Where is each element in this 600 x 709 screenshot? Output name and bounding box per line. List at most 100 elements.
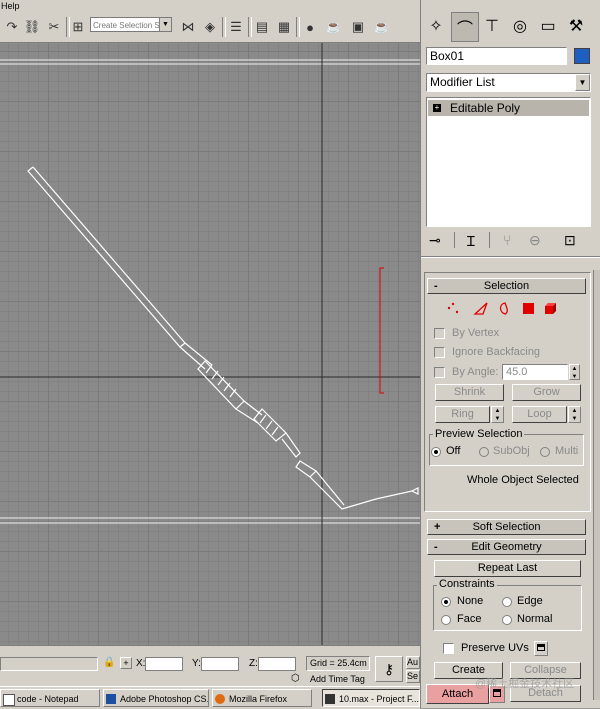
preview-off-label: Off bbox=[446, 445, 461, 457]
display-tab-icon[interactable]: ▭ bbox=[535, 12, 561, 40]
taskbar-item-label: code - Notepad bbox=[17, 694, 79, 704]
taskbar-item-label: Mozilla Firefox bbox=[229, 694, 288, 704]
taskbar-item-label: Adobe Photoshop CS... bbox=[120, 694, 209, 704]
modifier-list-dropdown[interactable]: Modifier List ▼ bbox=[426, 73, 591, 92]
constraint-edge-radio[interactable] bbox=[502, 597, 512, 607]
render-scene-icon[interactable]: ☕ bbox=[324, 16, 344, 38]
toolbar-separator bbox=[454, 232, 455, 248]
by-angle-value-input[interactable]: 45.0 bbox=[502, 364, 568, 380]
command-panel: ✧ ⌒ ⊤ ◎ ▭ ⚒ Box01 Modifier List ▼ + Edit… bbox=[420, 0, 600, 708]
perspective-viewport[interactable] bbox=[0, 43, 420, 645]
repeat-last-button[interactable]: Repeat Last bbox=[434, 560, 581, 577]
z-coordinate-input[interactable] bbox=[258, 657, 296, 671]
set-key-icon[interactable]: ⚷ bbox=[375, 656, 403, 682]
vertex-level-icon bbox=[447, 302, 459, 314]
chevron-down-icon[interactable]: ▼ bbox=[575, 74, 590, 91]
constraint-normal-radio[interactable] bbox=[502, 615, 512, 625]
layer-manager-icon[interactable]: ☰ bbox=[226, 16, 246, 38]
mirror-icon[interactable]: ⋈ bbox=[178, 16, 198, 38]
grow-button[interactable]: Grow bbox=[512, 384, 581, 401]
redo-arrow-icon[interactable]: ↷ bbox=[2, 16, 22, 38]
edit-geometry-title: Edit Geometry bbox=[471, 541, 542, 553]
preview-subobj-label: SubObj bbox=[493, 445, 530, 457]
preview-off-radio[interactable] bbox=[431, 447, 441, 457]
edge-level-icon bbox=[473, 302, 488, 315]
constraint-face-radio[interactable] bbox=[441, 615, 451, 625]
link-icon[interactable]: ⛓ bbox=[22, 16, 42, 38]
selection-rollout-header[interactable]: - Selection bbox=[427, 278, 586, 294]
add-time-tag-button[interactable]: Add Time Tag bbox=[310, 674, 365, 684]
render-frame-icon[interactable]: ▣ bbox=[348, 16, 368, 38]
ring-spinner[interactable]: ▲ ▼ bbox=[491, 406, 504, 423]
y-coordinate-input[interactable] bbox=[201, 657, 239, 671]
named-selection-abc-icon[interactable]: ⊞ bbox=[68, 16, 88, 38]
utilities-tab-icon[interactable]: ⚒ bbox=[563, 12, 589, 40]
box-object-wireframe bbox=[27, 166, 419, 510]
preview-selection-title: Preview Selection bbox=[433, 428, 525, 440]
watermark: @稀土掘金技术社区 bbox=[475, 678, 575, 690]
show-end-result-icon[interactable]: Ɪ bbox=[467, 232, 475, 251]
expand-plus-icon[interactable]: + bbox=[434, 520, 440, 534]
z-label: Z: bbox=[249, 658, 258, 669]
lock-selection-icon[interactable]: 🔒 bbox=[103, 657, 115, 668]
auto-key-button[interactable]: Au bbox=[406, 656, 420, 669]
collapse-minus-icon[interactable]: - bbox=[434, 279, 438, 293]
schematic-view-icon[interactable]: ▦ bbox=[274, 16, 294, 38]
remove-modifier-icon[interactable]: ⊖ bbox=[529, 232, 541, 249]
x-coordinate-input[interactable] bbox=[145, 657, 183, 671]
hierarchy-tab-icon[interactable]: ⊤ bbox=[479, 12, 505, 40]
ring-button[interactable]: Ring bbox=[435, 406, 490, 423]
selection-bracket bbox=[379, 267, 384, 394]
set-key-button[interactable]: Se bbox=[406, 670, 420, 683]
taskbar-item-notepad[interactable]: code - Notepad bbox=[0, 689, 100, 707]
shrink-button[interactable]: Shrink bbox=[435, 384, 504, 401]
taskbar-item-3dsmax[interactable]: 10.max - Project F... bbox=[322, 689, 420, 707]
curve-editor-icon[interactable]: ▤ bbox=[252, 16, 272, 38]
create-tab-icon[interactable]: ✧ bbox=[423, 12, 449, 40]
expand-plus-icon[interactable]: + bbox=[433, 104, 441, 112]
taskbar-item-firefox[interactable]: Mozilla Firefox bbox=[212, 689, 312, 707]
unlink-icon[interactable]: ✂ bbox=[44, 16, 64, 38]
time-tag-icon[interactable]: ⬡ bbox=[291, 673, 300, 684]
3dsmax-icon bbox=[325, 694, 335, 704]
preview-subobj-radio[interactable] bbox=[479, 447, 489, 457]
grid-size-display: Grid = 25.4cm bbox=[306, 656, 370, 671]
element-level-icon bbox=[545, 303, 556, 314]
taskbar-item-photoshop[interactable]: Adobe Photoshop CS... bbox=[103, 689, 209, 707]
align-icon[interactable]: ◈ bbox=[200, 16, 220, 38]
preserve-uvs-settings-icon[interactable] bbox=[534, 641, 548, 656]
panel-scrollbar[interactable] bbox=[593, 270, 600, 700]
ignore-backfacing-checkbox[interactable] bbox=[434, 347, 445, 358]
preview-multi-label: Multi bbox=[555, 445, 579, 457]
modifier-stack[interactable]: + Editable Poly bbox=[426, 97, 591, 227]
stack-item-editable-poly[interactable]: + Editable Poly bbox=[428, 100, 589, 116]
modify-tab-icon[interactable]: ⌒ bbox=[451, 12, 479, 42]
absolute-mode-icon[interactable]: + bbox=[120, 657, 132, 669]
named-selection-set-dropdown[interactable]: Create Selection Set ▼ bbox=[90, 17, 172, 32]
by-vertex-checkbox[interactable] bbox=[434, 328, 445, 339]
edit-geometry-rollout-header[interactable]: - Edit Geometry bbox=[427, 539, 586, 555]
collapse-minus-icon[interactable]: - bbox=[434, 540, 438, 554]
motion-tab-icon[interactable]: ◎ bbox=[507, 12, 533, 40]
material-editor-icon[interactable]: ● bbox=[300, 16, 320, 38]
loop-button[interactable]: Loop bbox=[512, 406, 567, 423]
by-angle-spinner[interactable]: ▲ ▼ bbox=[569, 364, 580, 380]
soft-selection-rollout-header[interactable]: + Soft Selection bbox=[427, 519, 586, 535]
loop-spinner[interactable]: ▲ ▼ bbox=[568, 406, 581, 423]
configure-modifier-sets-icon[interactable]: ⊡ bbox=[564, 232, 576, 249]
pin-stack-icon[interactable]: ⊸ bbox=[429, 232, 441, 249]
object-name-field[interactable]: Box01 bbox=[426, 47, 567, 65]
preview-multi-radio[interactable] bbox=[540, 447, 550, 457]
prompt-line bbox=[0, 657, 98, 671]
constraint-face-label: Face bbox=[457, 613, 482, 625]
make-unique-icon[interactable]: ⑂ bbox=[503, 232, 511, 248]
object-color-swatch[interactable] bbox=[574, 48, 590, 64]
chevron-down-icon[interactable]: ▼ bbox=[159, 18, 171, 31]
by-angle-checkbox[interactable] bbox=[434, 367, 445, 378]
menu-help[interactable]: Help bbox=[1, 1, 20, 11]
quick-render-teapot-icon[interactable]: ☕ bbox=[372, 16, 392, 38]
constraint-none-radio[interactable] bbox=[441, 597, 451, 607]
viewport-scene bbox=[0, 43, 420, 645]
constraint-none-label: None bbox=[457, 595, 484, 607]
preserve-uvs-checkbox[interactable] bbox=[443, 643, 454, 654]
